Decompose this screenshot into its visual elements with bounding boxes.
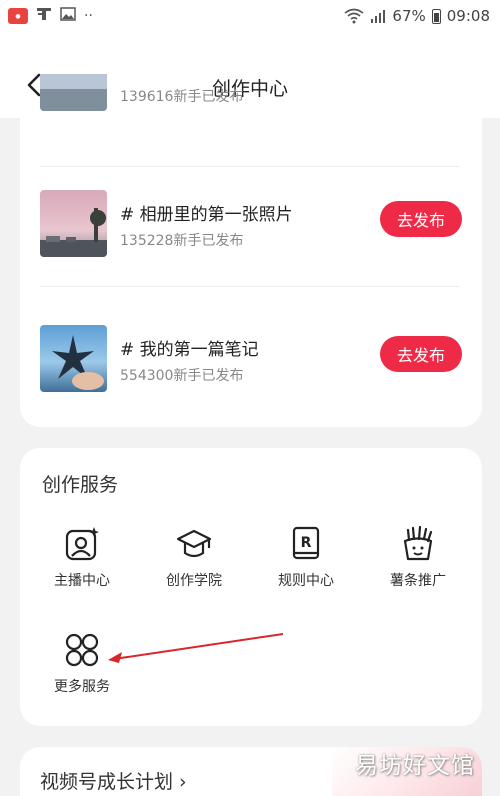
svg-text:R: R	[301, 535, 312, 551]
task-row: # 相册里的第一张照片 135228新手已发布 去发布	[40, 190, 462, 260]
service-label: 薯条推广	[390, 573, 446, 589]
divider	[40, 286, 460, 287]
section-title: 创作服务	[42, 474, 119, 496]
clock: 09:08	[446, 7, 490, 25]
more-grid-icon	[65, 633, 99, 667]
task-meta: 139616新手已发布	[120, 89, 244, 105]
service-label: 更多服务	[54, 679, 110, 695]
graduation-cap-icon	[176, 529, 212, 558]
status-bar: ● ·· 67% 09:08	[0, 0, 500, 32]
battery-icon	[431, 8, 441, 24]
watermark: 易坊好文馆	[355, 753, 475, 779]
task-thumbnail	[40, 325, 107, 392]
service-fries-promotion[interactable]: 薯条推广	[368, 526, 468, 596]
notification-icon	[36, 7, 52, 25]
tasks-card: 139616新手已发布 # 相册里的第一张照片 135228新手已发布 去发布	[20, 74, 482, 427]
publish-button[interactable]: 去发布	[380, 201, 462, 237]
task-thumbnail	[40, 190, 107, 257]
service-more-services[interactable]: 更多服务	[32, 632, 132, 702]
status-left: ● ··	[8, 7, 93, 25]
battery-percent: 67%	[392, 7, 426, 25]
streamer-icon	[65, 527, 99, 561]
fries-icon	[403, 526, 433, 561]
task-title: # 相册里的第一张照片	[120, 205, 293, 225]
task-row: # 我的第一篇笔记 554300新手已发布 去发布	[40, 325, 462, 395]
task-thumbnail	[40, 74, 107, 111]
image-icon	[60, 7, 76, 25]
rules-book-icon: R	[292, 526, 320, 560]
service-rules-center[interactable]: R 规则中心	[256, 526, 356, 596]
publish-button[interactable]: 去发布	[380, 336, 462, 372]
services-card: 创作服务 主播中心 创作学院 R 规则中心 薯条推广 更多服务	[20, 448, 482, 726]
task-meta: 554300新手已发布	[120, 368, 244, 384]
task-row: 139616新手已发布	[40, 74, 462, 114]
status-right: 67% 09:08	[344, 7, 490, 25]
service-streamer-center[interactable]: 主播中心	[32, 526, 132, 596]
app-notification-icon: ●	[8, 8, 28, 24]
growth-plan-link[interactable]: 视频号成长计划 ›	[40, 767, 187, 794]
signal-icon	[371, 10, 386, 23]
more-dots: ··	[84, 8, 93, 24]
task-meta: 135228新手已发布	[120, 233, 244, 249]
service-creator-academy[interactable]: 创作学院	[144, 526, 244, 596]
wifi-icon	[344, 8, 364, 24]
service-label: 规则中心	[278, 573, 334, 589]
task-title: # 我的第一篇笔记	[120, 340, 259, 360]
service-label: 创作学院	[166, 573, 222, 589]
service-label: 主播中心	[54, 573, 110, 589]
divider	[40, 166, 460, 167]
